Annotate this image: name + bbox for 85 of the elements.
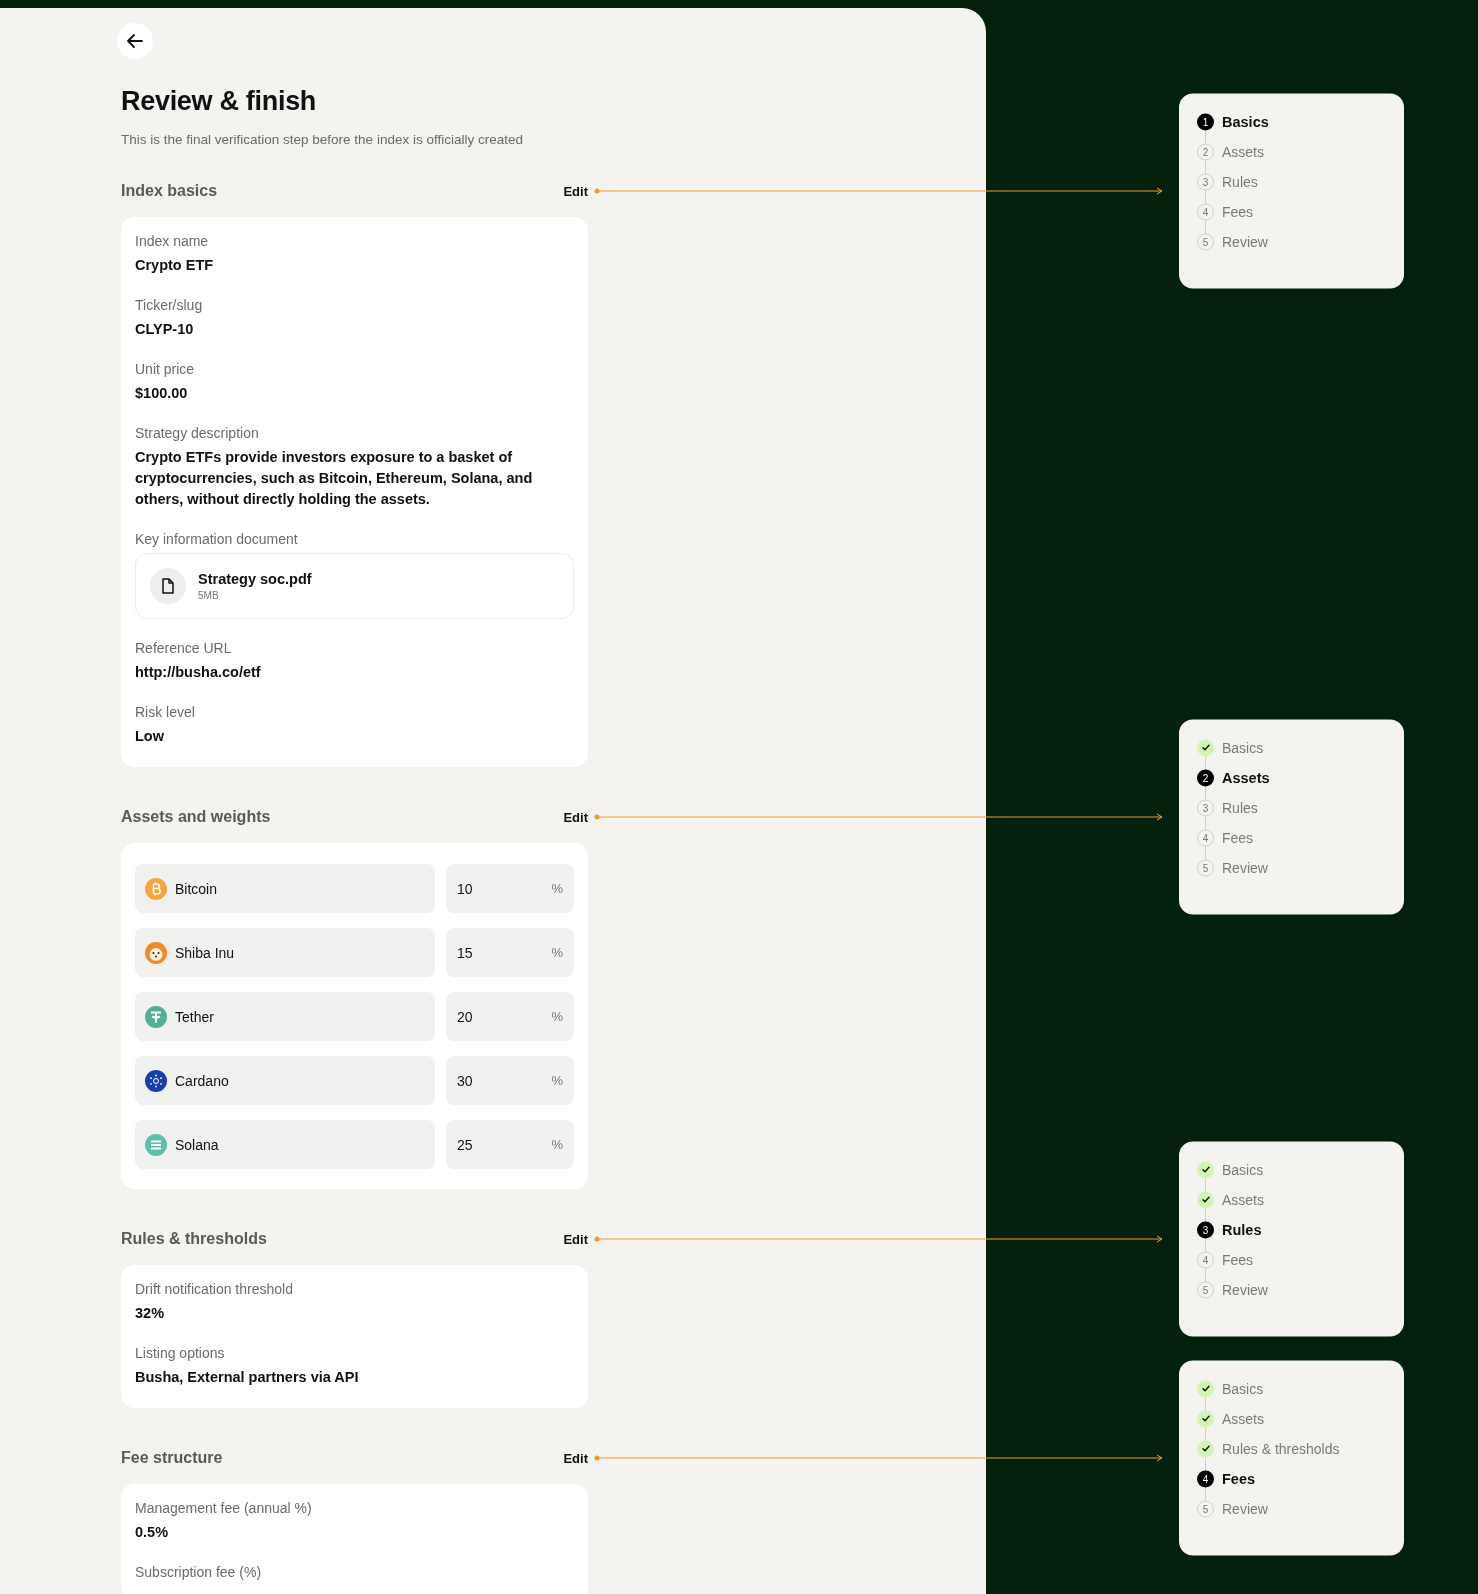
asset-name: Cardano: [175, 1072, 229, 1089]
back-button[interactable]: [117, 23, 153, 59]
section-title: Rules & thresholds: [121, 1230, 267, 1248]
step-label: Fees: [1222, 1470, 1256, 1487]
file-attachment[interactable]: Strategy soc.pdf 5MB: [135, 553, 574, 619]
edit-link[interactable]: Edit: [563, 1450, 588, 1466]
field-label: Reference URL: [135, 639, 233, 658]
step-number: 2: [1197, 769, 1214, 786]
weight-value: 30: [457, 1072, 473, 1089]
file-size: 5MB: [198, 590, 220, 601]
step-number: 5: [1197, 233, 1214, 250]
step-label: Rules: [1222, 799, 1258, 816]
asset-name: Solana: [175, 1136, 219, 1153]
field-value: Busha, External partners via API: [135, 1368, 360, 1387]
file-name: Strategy soc.pdf: [198, 571, 312, 587]
weight-value: 20: [457, 1008, 473, 1025]
field-label: Index name: [135, 232, 210, 251]
field-label: Unit price: [135, 360, 196, 379]
edit-link[interactable]: Edit: [563, 809, 588, 825]
step-label: Fees: [1222, 1251, 1254, 1268]
step-number: 4: [1197, 1470, 1214, 1487]
step-label: Assets: [1222, 769, 1270, 786]
field-label: Strategy description: [135, 424, 260, 443]
percent-unit: %: [551, 1137, 563, 1152]
percent-unit: %: [551, 1073, 563, 1088]
field-value: 32%: [135, 1304, 166, 1323]
step-number: 5: [1197, 1500, 1214, 1517]
field-value: $100.00: [135, 384, 189, 403]
back-arrow-icon: [125, 31, 145, 51]
edit-link[interactable]: Edit: [563, 183, 588, 199]
page-title: Review & finish: [121, 85, 318, 117]
field-value: http://busha.co/etf: [135, 663, 262, 682]
step-label: Review: [1222, 1281, 1268, 1298]
percent-unit: %: [551, 1009, 563, 1024]
field-label: Listing options: [135, 1344, 226, 1363]
field-value: CLYP-10: [135, 320, 195, 339]
field-value: 0.5%: [135, 1523, 170, 1542]
step-label: Basics: [1222, 1380, 1264, 1397]
step-label: Rules: [1222, 1221, 1262, 1238]
section-title: Index basics: [121, 182, 218, 200]
asset-name: Bitcoin: [175, 880, 218, 897]
step-label: Basics: [1222, 1161, 1264, 1178]
step-number: 4: [1197, 203, 1214, 220]
step-label: Assets: [1222, 1410, 1264, 1427]
weight-value: 25: [457, 1136, 473, 1153]
section-title: Assets and weights: [121, 808, 271, 826]
percent-unit: %: [551, 881, 563, 896]
step-label: Fees: [1222, 203, 1254, 220]
field-label: Subscription fee (%): [135, 1563, 263, 1582]
step-label: Review: [1222, 233, 1268, 250]
step-number: 5: [1197, 1281, 1214, 1298]
field-label: Key information document: [135, 530, 299, 549]
asset-name: Tether: [175, 1008, 214, 1025]
step-number: 3: [1197, 799, 1214, 816]
weight-value: 15: [457, 944, 473, 961]
document-icon: [150, 568, 186, 604]
step-label: Basics: [1222, 113, 1269, 130]
percent-unit: %: [551, 945, 563, 960]
weight-value: 10: [457, 880, 473, 897]
step-label: Assets: [1222, 1191, 1264, 1208]
step-number: 2: [1197, 143, 1214, 160]
step-number: 3: [1197, 173, 1214, 190]
field-label: Ticker/slug: [135, 296, 204, 315]
step-label: Basics: [1222, 739, 1264, 756]
step-label: Rules: [1222, 173, 1258, 190]
step-label: Review: [1222, 1500, 1268, 1517]
step-label: Rules & thresholds: [1222, 1440, 1340, 1457]
step-number: 4: [1197, 829, 1214, 846]
step-number: 3: [1197, 1221, 1214, 1238]
step-number: 5: [1197, 859, 1214, 876]
section-title: Fee structure: [121, 1449, 223, 1467]
field-value: Crypto ETF: [135, 256, 215, 275]
step-label: Review: [1222, 859, 1268, 876]
page-subtitle: This is the final verification step before the index is officially created: [121, 131, 524, 149]
field-value: Crypto ETFs provide investors exposure to a basket of cryptocurrencies, such as Bitcoin, Ethereum, Solana, and others, without directly holding the assets.: [135, 448, 534, 509]
step-label: Fees: [1222, 829, 1254, 846]
field-label: Risk level: [135, 703, 196, 722]
step-label: Assets: [1222, 143, 1264, 160]
step-number: 1: [1197, 113, 1214, 130]
step-number: 4: [1197, 1251, 1214, 1268]
field-label: Drift notification threshold: [135, 1280, 294, 1299]
edit-link[interactable]: Edit: [563, 1231, 588, 1247]
field-value: Low: [135, 727, 165, 746]
field-label: Management fee (annual %): [135, 1499, 313, 1518]
asset-name: Shiba Inu: [175, 944, 235, 961]
